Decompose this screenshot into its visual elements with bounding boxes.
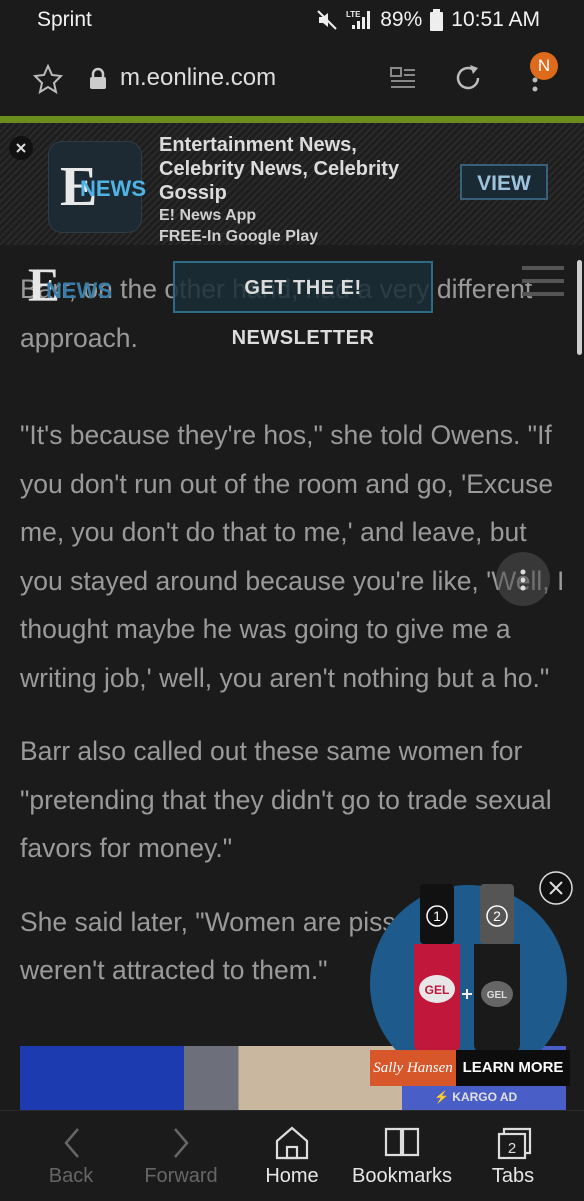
hamburger-menu-icon[interactable] xyxy=(522,264,564,298)
svg-text:2: 2 xyxy=(493,908,501,924)
ad-close-icon[interactable] xyxy=(8,135,34,161)
bookmark-star-icon[interactable] xyxy=(33,64,63,94)
tabs-icon: 2 xyxy=(497,1127,532,1160)
page-load-bar xyxy=(0,116,584,123)
svg-text:2: 2 xyxy=(508,1140,516,1157)
reload-icon[interactable] xyxy=(452,62,484,94)
newsletter-button[interactable]: GET THE E! NEWSLETTER xyxy=(173,261,433,349)
carrier-label: Sprint xyxy=(37,8,92,31)
scrollbar[interactable] xyxy=(577,260,582,355)
nail-polish-bottles-icon: 1 GEL 2 GEL xyxy=(414,884,520,1052)
clock: 10:51 AM xyxy=(451,8,540,31)
app-install-ad-banner[interactable]: E NEWS Entertainment News, Celebrity New… xyxy=(0,123,584,245)
nav-tabs-label: Tabs xyxy=(491,1165,535,1187)
status-bar: Sprint LTE 89% 10:51 AM xyxy=(0,0,584,40)
nav-tabs[interactable]: 2 Tabs xyxy=(458,1111,568,1201)
lock-icon xyxy=(90,67,106,89)
brand-label: Sally Hansen xyxy=(370,1050,456,1086)
reader-mode-icon[interactable] xyxy=(390,66,416,92)
battery-percent: 89% xyxy=(380,8,423,31)
forward-icon xyxy=(174,1128,189,1158)
battery-icon xyxy=(430,9,444,31)
svg-text:GEL: GEL xyxy=(487,990,508,1001)
bookmarks-icon xyxy=(384,1127,420,1157)
site-header: E NEWS GET THE E! NEWSLETTER xyxy=(0,246,584,349)
floating-video-ad[interactable]: 1 GEL 2 GEL Sally Hansen LEARN MORE ⚡ KA… xyxy=(370,870,573,1110)
more-vertical-icon xyxy=(520,569,526,591)
ad-subtitle: E! News App xyxy=(159,207,257,224)
enews-app-logo: E NEWS xyxy=(48,141,146,233)
browser-toolbar: m.eonline.com N xyxy=(0,40,584,118)
back-icon xyxy=(64,1128,79,1158)
signal-icon: LTE xyxy=(346,10,371,29)
lightning-icon: ⚡ xyxy=(434,1090,449,1104)
ad-store-label: FREE-In Google Play xyxy=(159,228,319,245)
logo-news: NEWS xyxy=(80,176,146,201)
browser-bottom-nav: Back Forward Home Bookmarks 2 Tabs xyxy=(0,1110,584,1201)
ad-title: Entertainment News, Celebrity News, Cele… xyxy=(159,134,400,204)
ad-view-button[interactable]: VIEW xyxy=(460,164,548,200)
mute-icon xyxy=(317,10,337,30)
home-icon xyxy=(275,1126,309,1160)
enews-logo[interactable]: E NEWS xyxy=(28,258,112,318)
url-field[interactable]: m.eonline.com xyxy=(120,64,276,92)
svg-text:1: 1 xyxy=(433,908,441,924)
ad-network-text: KARGO AD xyxy=(452,1090,518,1104)
status-right: LTE 89% 10:51 AM xyxy=(316,8,540,32)
svg-text:LTE: LTE xyxy=(346,10,361,19)
ad-brand-bar: Sally Hansen LEARN MORE xyxy=(370,1050,570,1086)
floating-options-button[interactable] xyxy=(496,552,550,606)
ad-network-label: ⚡ KARGO AD xyxy=(434,1090,517,1104)
learn-more-button[interactable]: LEARN MORE xyxy=(456,1050,570,1086)
article-paragraph: Barr also called out these same women fo… xyxy=(20,736,552,863)
ad-close-button[interactable] xyxy=(538,870,574,906)
account-avatar[interactable]: N xyxy=(530,52,558,80)
svg-text:GEL: GEL xyxy=(425,983,450,997)
article-paragraph: "It's because they're hos," she told Owe… xyxy=(20,420,565,693)
header-logo-news: NEWS xyxy=(46,278,112,303)
